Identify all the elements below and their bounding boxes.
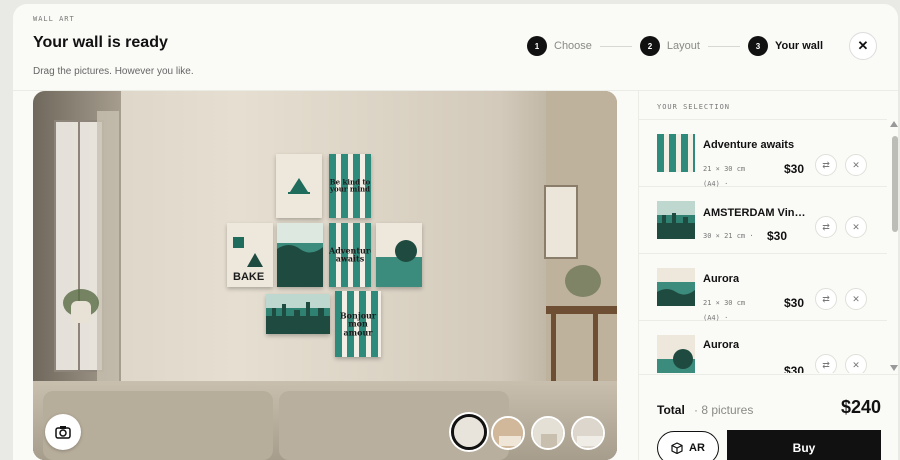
print-bonjour[interactable]: Bonjour mon amour — [335, 291, 381, 357]
list-item[interactable]: Aurora 21 × 30 cm (A4) · $30 ⇄ ✕ — [639, 254, 887, 322]
page-title: Your wall is ready — [33, 34, 168, 51]
swap-button[interactable]: ⇄ — [815, 354, 837, 373]
step-connector — [599, 45, 632, 47]
landscape-art-icon — [277, 223, 323, 287]
step-label: Layout — [666, 40, 700, 52]
remove-icon: ✕ — [852, 159, 860, 170]
print-text: Adventure awaits — [329, 245, 371, 264]
step-your-wall[interactable]: 3 Your wall — [747, 36, 824, 56]
camera-button[interactable] — [45, 414, 81, 450]
swap-icon: ⇄ — [822, 159, 830, 170]
step-connector — [707, 45, 740, 47]
list-item[interactable]: Aurora $30 ⇄ ✕ — [639, 321, 887, 373]
print-sun[interactable] — [376, 223, 422, 287]
print-adventure[interactable]: Adventure awaits — [329, 223, 371, 287]
print-landscape[interactable] — [277, 223, 323, 287]
item-name: Adventure awaits — [703, 139, 795, 151]
step-number: 3 — [747, 36, 768, 56]
step-choose[interactable]: 1 Choose — [527, 36, 592, 56]
section-eyebrow: WALL ART — [33, 15, 75, 23]
total-label: Total — [657, 403, 685, 417]
sun-art-icon — [376, 240, 422, 287]
item-size: 21 × 30 cm — [703, 165, 746, 173]
panel-footer: Total · 8 pictures $240 AR Buy — [639, 374, 898, 460]
scroll-thumb[interactable] — [892, 136, 898, 232]
remove-button[interactable]: ✕ — [845, 216, 867, 238]
room-option-2[interactable] — [491, 416, 525, 450]
list-scrollbar[interactable] — [889, 119, 898, 373]
item-size: 21 × 30 cm — [703, 299, 746, 307]
scroll-up-icon[interactable] — [889, 119, 898, 129]
remove-icon: ✕ — [852, 359, 860, 370]
panel-label: YOUR SELECTION — [657, 103, 731, 111]
list-item[interactable]: AMSTERDAM Vint… 30 × 21 cm · $30 ⇄ ✕ — [639, 187, 887, 254]
selection-list[interactable]: Adventure awaits 21 × 30 cm (A4) · $30 ⇄… — [639, 119, 887, 373]
swap-button[interactable]: ⇄ — [815, 216, 837, 238]
print-be-kind[interactable]: Be kind to your mind — [329, 154, 371, 218]
step-number: 2 — [639, 36, 660, 56]
room-preview-canvas[interactable]: Be kind to your mind BAKE Adventure awai… — [33, 91, 617, 460]
mountain-art-icon — [288, 178, 310, 194]
item-thumbnail — [657, 335, 695, 373]
total-price: $240 — [840, 397, 881, 417]
swap-icon: ⇄ — [822, 359, 830, 370]
item-name: Aurora — [703, 273, 740, 285]
wall-art-modal: WALL ART Your wall is ready Drag the pic… — [13, 4, 898, 460]
step-label: Choose — [554, 40, 592, 52]
print-bake[interactable]: BAKE — [227, 223, 273, 287]
skyline-art-icon — [657, 201, 695, 239]
buy-button[interactable]: Buy — [727, 430, 881, 460]
room-option-4[interactable] — [571, 416, 605, 450]
print-mountain[interactable] — [276, 154, 322, 218]
item-size: 30 × 21 cm · — [703, 232, 754, 240]
scroll-down-icon[interactable] — [889, 363, 898, 373]
selection-panel: YOUR SELECTION Adventure awaits 21 × 30 … — [638, 91, 898, 460]
ar-cube-icon — [671, 442, 683, 454]
print-amsterdam[interactable] — [266, 294, 330, 334]
item-name: Aurora — [703, 339, 740, 351]
ar-button[interactable]: AR — [657, 431, 719, 460]
swap-icon: ⇄ — [822, 293, 830, 304]
item-name: AMSTERDAM Vint… — [703, 207, 809, 219]
item-thumbnail — [657, 201, 695, 239]
remove-icon: ✕ — [852, 221, 860, 232]
stepper: 1 Choose 2 Layout 3 Your wall — [527, 35, 823, 57]
remove-icon: ✕ — [852, 293, 860, 304]
total-count: · 8 pictures — [694, 403, 754, 417]
page-subtitle: Drag the pictures. However you like. — [33, 66, 194, 77]
ar-label: AR — [689, 442, 705, 454]
step-number: 1 — [527, 36, 547, 56]
close-icon: ✕ — [857, 38, 869, 53]
swap-icon: ⇄ — [822, 221, 830, 232]
room-option-3[interactable] — [531, 416, 565, 450]
swap-button[interactable]: ⇄ — [815, 288, 837, 310]
item-price: $30 — [784, 364, 805, 373]
remove-button[interactable]: ✕ — [845, 354, 867, 373]
skyline-art-icon — [266, 294, 330, 334]
print-text: Bonjour mon amour — [339, 310, 377, 338]
item-price: $30 — [784, 162, 805, 176]
item-price: $30 — [767, 229, 788, 243]
room-background — [33, 91, 617, 460]
remove-button[interactable]: ✕ — [845, 288, 867, 310]
step-label: Your wall — [774, 40, 824, 52]
landscape-art-icon — [657, 282, 695, 306]
remove-button[interactable]: ✕ — [845, 154, 867, 176]
step-layout[interactable]: 2 Layout — [639, 36, 700, 56]
swap-button[interactable]: ⇄ — [815, 154, 837, 176]
print-text: BAKE — [233, 271, 265, 283]
close-button[interactable]: ✕ — [849, 32, 877, 60]
room-option-1[interactable] — [451, 414, 487, 450]
item-price: $30 — [784, 296, 805, 310]
item-thumbnail — [657, 134, 695, 172]
sun-art-icon — [657, 349, 695, 373]
item-thumbnail — [657, 268, 695, 306]
list-item[interactable]: Adventure awaits 21 × 30 cm (A4) · $30 ⇄… — [639, 120, 887, 188]
camera-icon — [55, 426, 71, 439]
print-text: Be kind to your mind — [329, 177, 371, 194]
